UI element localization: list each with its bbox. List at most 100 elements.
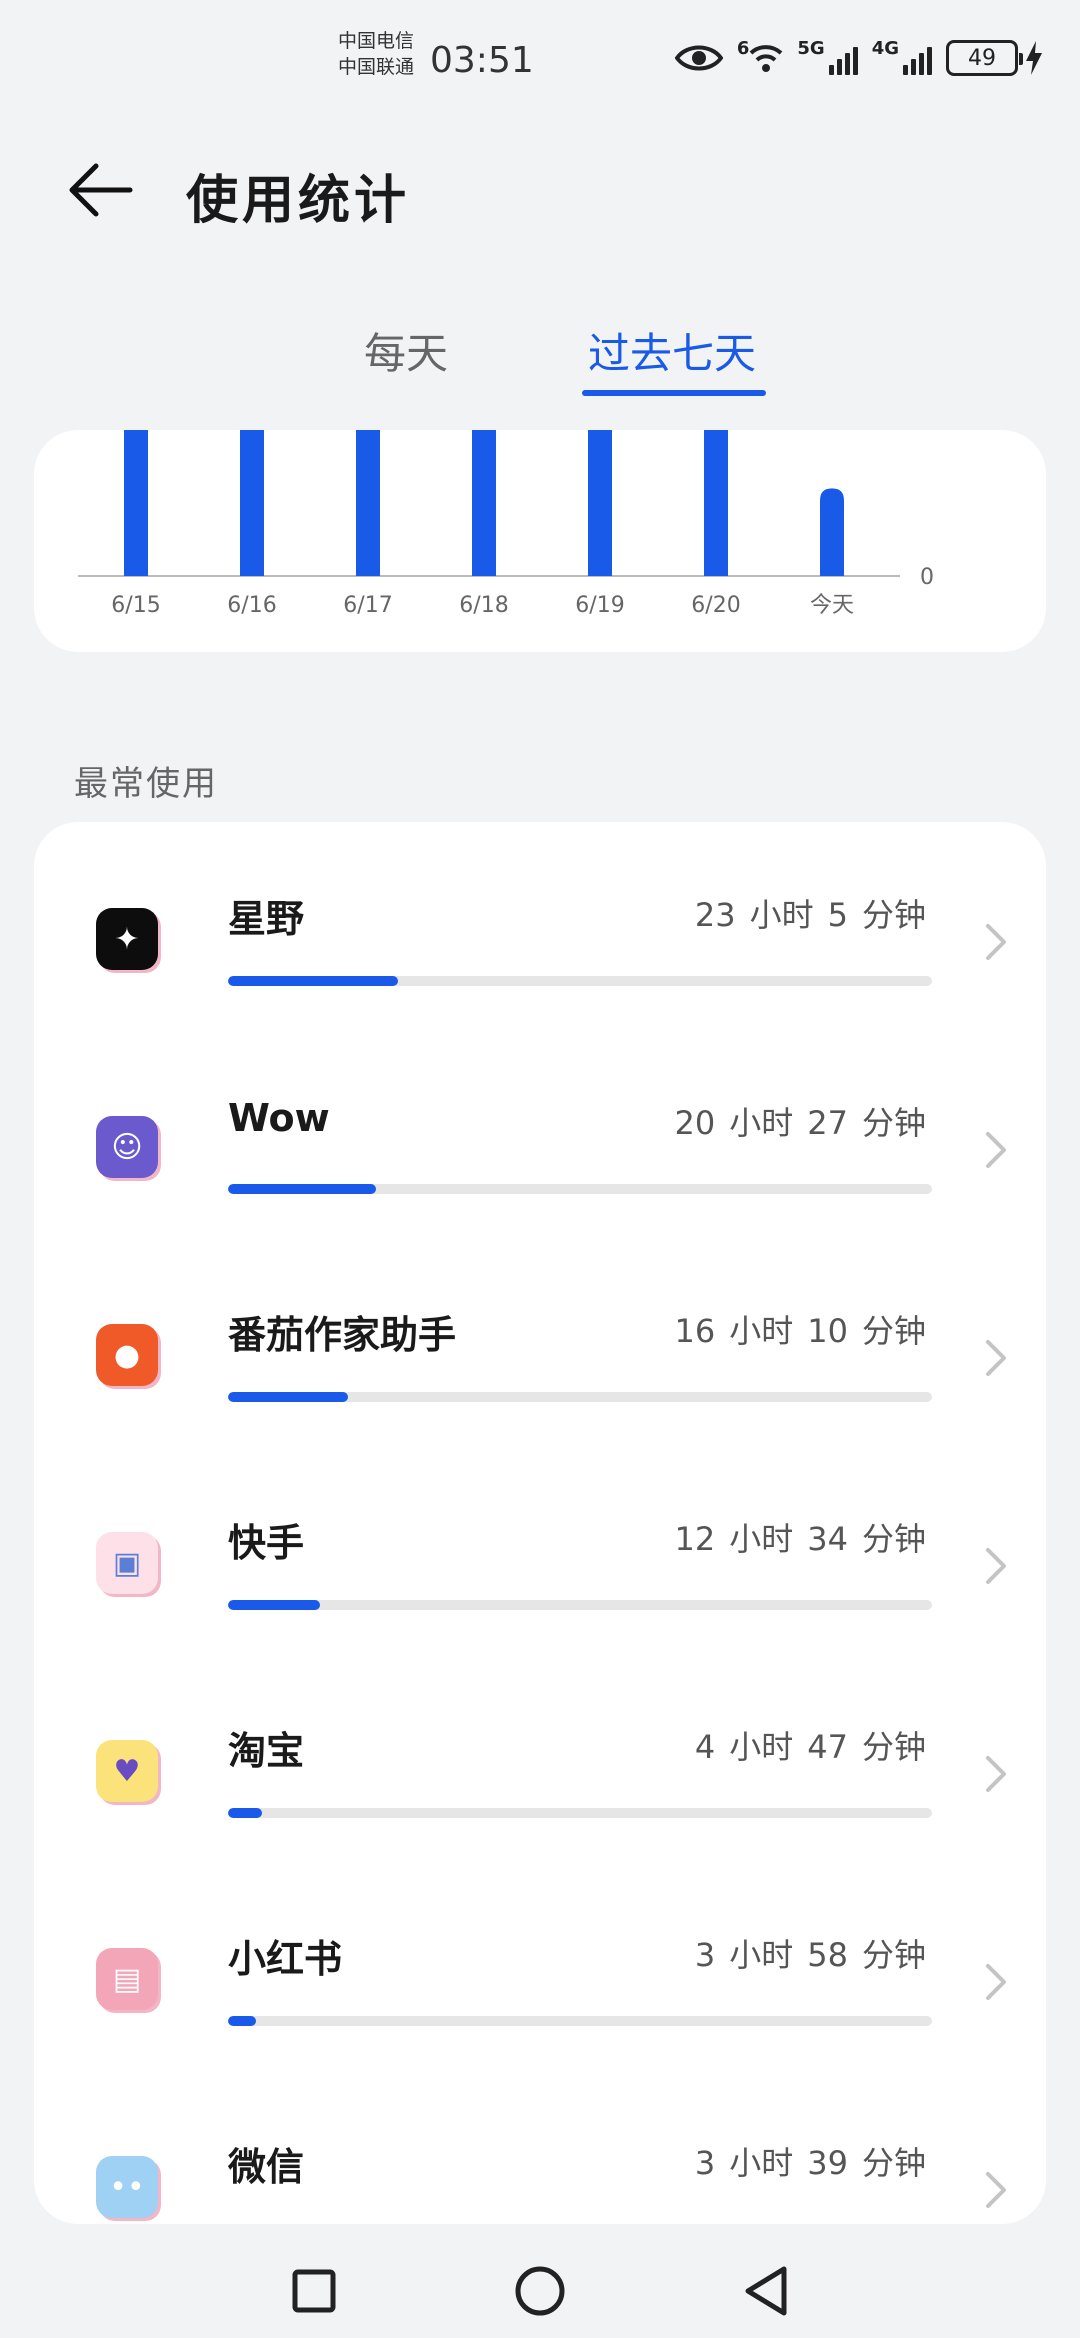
navigation-bar (0, 2238, 1080, 2338)
hours-unit: 小时 (729, 1728, 794, 1766)
minutes-unit: 分钟 (861, 1104, 926, 1142)
hours-unit: 小时 (729, 1312, 794, 1350)
usage-progress-fill (228, 2016, 257, 2026)
chevron-right-icon[interactable] (982, 922, 1010, 962)
app-usage-list: ✦ 星野 23 小时 5 分钟 ☺ Wow 20 小时 27 分钟 ● 番茄作家助手 16 小时 10 分钟 ▣ 快手… (34, 822, 1046, 2224)
usage-bar-chart: 6/15 6/16 6/17 6/18 6/19 6/20 今天 0 (78, 430, 934, 618)
status-icons: 6 5G 4G 49 (674, 36, 1042, 80)
recent-apps-button[interactable] (279, 2256, 349, 2326)
x-tick-label: 6/18 (459, 593, 508, 618)
hours-unit: 小时 (729, 1520, 794, 1558)
chart-bar[interactable] (704, 430, 728, 576)
hours-unit: 小时 (729, 2144, 794, 2182)
app-name: 番茄作家助手 (228, 1313, 457, 1357)
usage-progress-fill (228, 1600, 320, 1610)
app-usage-row[interactable]: ● 番茄作家助手 16 小时 10 分钟 (34, 1238, 1046, 1446)
back-button[interactable] (731, 2256, 801, 2326)
page-title: 使用统计 (186, 171, 411, 231)
app-usage-row[interactable]: ☺ Wow 20 小时 27 分钟 (34, 1030, 1046, 1238)
usage-progress-track (228, 2016, 932, 2026)
usage-minutes: 34 (807, 1520, 848, 1558)
chart-bar[interactable] (124, 430, 148, 576)
chevron-right-icon[interactable] (982, 1962, 1010, 2002)
triangle-back-icon (745, 2266, 787, 2316)
network-1-label: 5G (797, 37, 825, 59)
network-2-label: 4G (871, 37, 899, 59)
usage-hours: 12 (674, 1520, 716, 1558)
camera-icon: ▣ (96, 1532, 158, 1594)
section-title: 最常使用 (74, 764, 218, 804)
minutes-unit: 分钟 (861, 1728, 926, 1766)
hours-unit: 小时 (729, 1936, 794, 1974)
carrier-1: 中国电信 (338, 30, 415, 52)
app-usage-time: 3 小时 58 分钟 (695, 1930, 926, 1976)
active-tab-indicator (582, 390, 766, 396)
tomato-icon: ● (96, 1324, 158, 1386)
chart-bar[interactable] (240, 430, 264, 576)
minutes-unit: 分钟 (861, 2144, 926, 2182)
minutes-unit: 分钟 (861, 896, 926, 934)
tab-daily[interactable]: 每天 (364, 320, 448, 381)
chevron-right-icon[interactable] (982, 1338, 1010, 1378)
app-usage-row[interactable]: ▤ 小红书 3 小时 58 分钟 (34, 1862, 1046, 2070)
x-tick-label: 6/16 (227, 593, 276, 618)
usage-progress-track (228, 976, 932, 986)
x-tick-label: 6/20 (691, 593, 740, 618)
battery-level: 49 (968, 45, 996, 71)
app-usage-row[interactable]: ▣ 快手 12 小时 34 分钟 (34, 1446, 1046, 1654)
app-name: 淘宝 (228, 1729, 305, 1773)
chart-bar[interactable] (356, 430, 380, 576)
chevron-right-icon[interactable] (982, 1546, 1010, 1586)
status-bar: 中国电信 中国联通 03:51 6 5G 4G 49 (0, 0, 1080, 120)
chevron-right-icon[interactable] (982, 1754, 1010, 1794)
app-usage-row[interactable]: ♥ 淘宝 4 小时 47 分钟 (34, 1654, 1046, 1862)
usage-progress-fill (228, 1184, 376, 1194)
app-name: 快手 (228, 1521, 305, 1565)
x-tick-label: 今天 (810, 593, 854, 618)
chart-bar[interactable] (472, 430, 496, 576)
usage-minutes: 27 (807, 1104, 848, 1142)
hours-unit: 小时 (749, 896, 814, 934)
app-usage-time: 23 小时 5 分钟 (695, 890, 926, 936)
signal-2-icon (903, 41, 932, 75)
app-name: 微信 (228, 2145, 305, 2189)
app-usage-time: 4 小时 47 分钟 (695, 1722, 926, 1768)
app-usage-row[interactable]: ✦ 星野 23 小时 5 分钟 (34, 822, 1046, 1030)
circle-icon (515, 2266, 565, 2316)
usage-progress-track (228, 1808, 932, 1818)
app-usage-time: 3 小时 39 分钟 (695, 2138, 926, 2184)
carrier-info: 中国电信 中国联通 (338, 28, 414, 80)
chevron-right-icon[interactable] (982, 1130, 1010, 1170)
app-usage-row[interactable]: •• 微信 3 小时 39 分钟 (34, 2070, 1046, 2224)
usage-minutes: 5 (827, 896, 848, 934)
minutes-unit: 分钟 (861, 1936, 926, 1974)
usage-hours: 23 (694, 896, 736, 934)
usage-progress-track (228, 1184, 932, 1194)
x-tick-label: 6/19 (575, 593, 624, 618)
usage-hours: 3 (694, 2144, 716, 2182)
app-usage-time: 12 小时 34 分钟 (675, 1514, 926, 1560)
chart-bar[interactable] (820, 488, 844, 576)
sparkle-icon: ✦ (96, 908, 158, 970)
app-usage-time: 20 小时 27 分钟 (675, 1098, 926, 1144)
home-button[interactable] (505, 2256, 575, 2326)
chevron-right-icon[interactable] (982, 2170, 1010, 2210)
cart-icon: ♥ (96, 1740, 158, 1802)
hours-unit: 小时 (729, 1104, 794, 1142)
x-tick-label: 6/15 (111, 593, 160, 618)
app-name: Wow (228, 1096, 330, 1140)
chat-bubbles-icon: •• (96, 2156, 158, 2218)
x-tick-label: 6/17 (343, 593, 392, 618)
minutes-unit: 分钟 (861, 1520, 926, 1558)
eye-icon (674, 45, 723, 71)
charging-bolt-icon (1026, 41, 1042, 75)
wifi-label: 6 (736, 37, 750, 59)
y-tick-label: 0 (920, 565, 934, 590)
usage-chart-card: 6/15 6/16 6/17 6/18 6/19 6/20 今天 0 (34, 430, 1046, 652)
back-arrow-icon[interactable] (60, 150, 140, 230)
square-icon (292, 2269, 336, 2313)
app-usage-time: 16 小时 10 分钟 (675, 1306, 926, 1352)
chart-bar[interactable] (588, 430, 612, 576)
tab-past-seven-days[interactable]: 过去七天 (588, 320, 756, 381)
usage-minutes: 10 (807, 1312, 848, 1350)
